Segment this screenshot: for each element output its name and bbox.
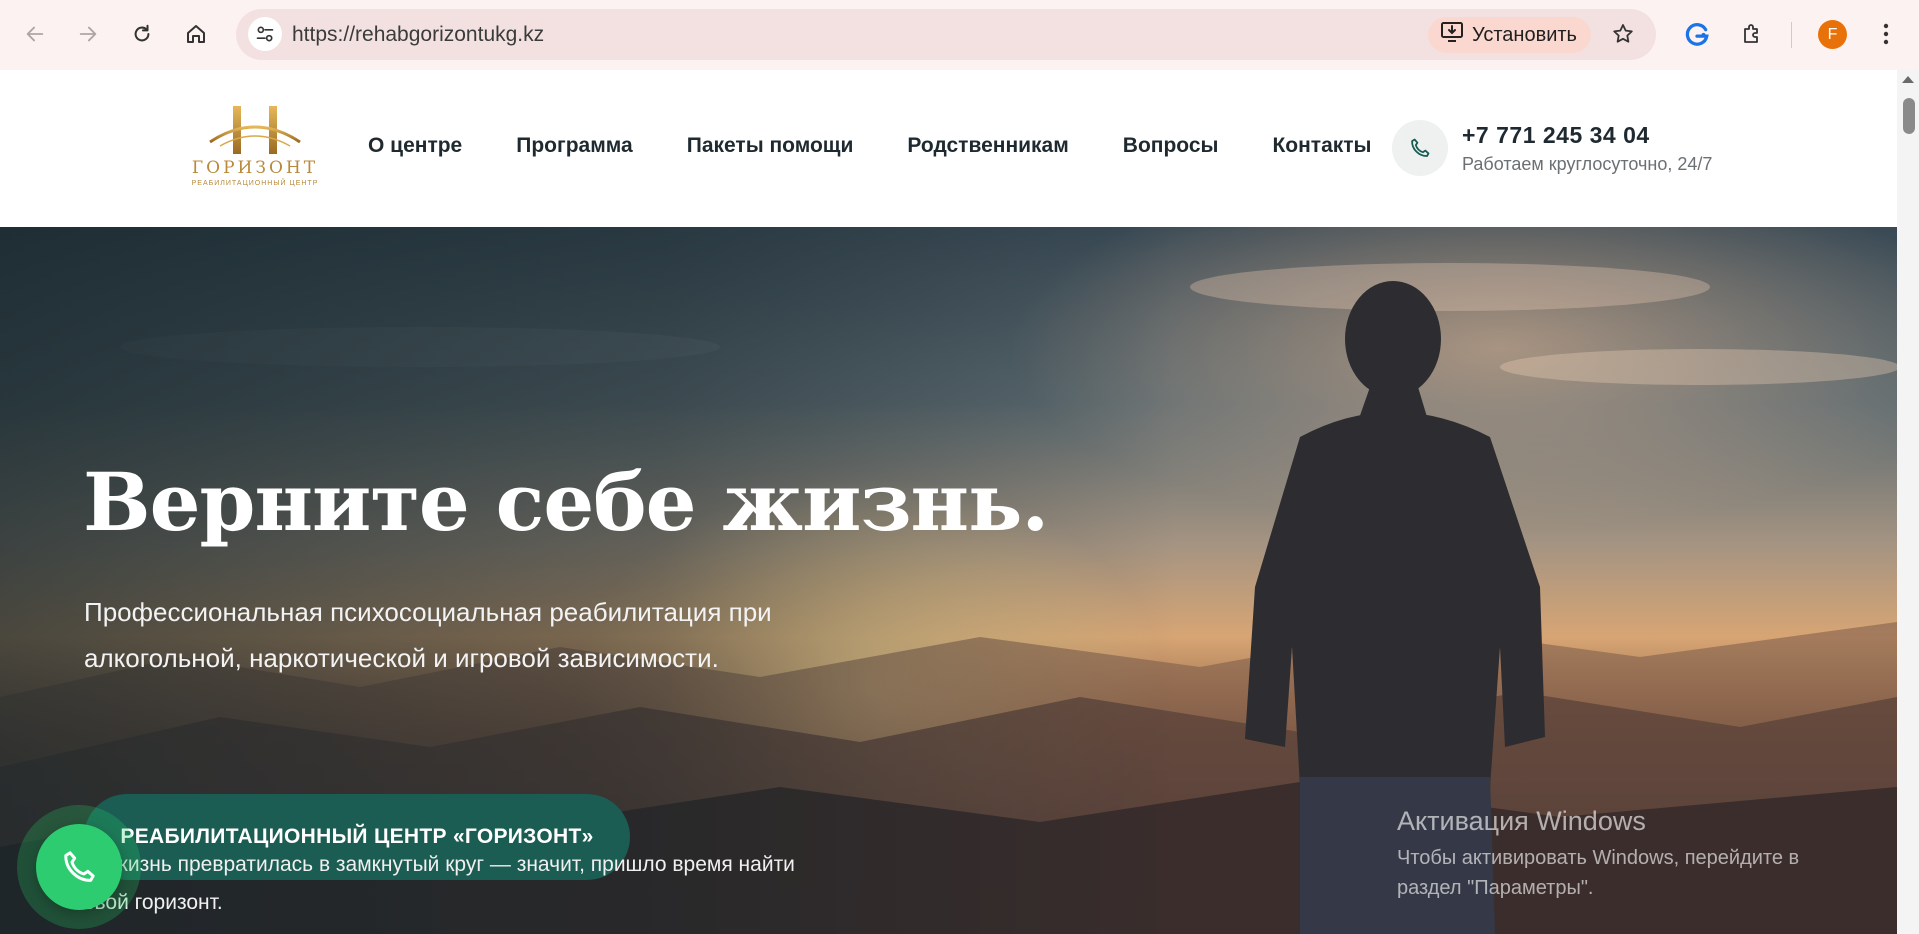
site-logo[interactable]: ГОРИЗОНТ РЕАБИЛИТАЦИОННЫЙ ЦЕНТР	[190, 102, 320, 192]
logo-mark-icon	[209, 106, 301, 154]
back-arrow-icon[interactable]	[17, 16, 53, 52]
install-app-label: Установить	[1472, 23, 1577, 46]
site-header: ГОРИЗОНТ РЕАБИЛИТАЦИОННЫЙ ЦЕНТР О центре…	[0, 70, 1897, 227]
site-settings-icon[interactable]	[248, 17, 282, 51]
hero-note: ли жизнь превратилась в замкнутый круг —…	[84, 853, 795, 914]
install-app-icon	[1440, 21, 1464, 49]
main-nav: О центре Программа Пакеты помощи Родстве…	[368, 134, 1371, 158]
extensions-puzzle-icon[interactable]	[1734, 16, 1770, 52]
floating-call-button[interactable]	[17, 805, 141, 929]
watermark-title: Активация Windows	[1397, 806, 1646, 836]
scroll-up-icon[interactable]	[1902, 76, 1914, 83]
logo-subline: РЕАБИЛИТАЦИОННЫЙ ЦЕНТР	[191, 180, 319, 187]
header-phone-number[interactable]: +7 771 245 34 04	[1462, 122, 1650, 149]
home-icon[interactable]	[178, 16, 214, 52]
forward-arrow-icon[interactable]	[70, 16, 106, 52]
more-vert-icon[interactable]	[1868, 16, 1904, 52]
hero-title: Верните себе жизнь.	[83, 455, 1049, 549]
page-viewport: ГОРИЗОНТ РЕАБИЛИТАЦИОННЫЙ ЦЕНТР О центре…	[0, 70, 1897, 934]
profile-avatar[interactable]: F	[1818, 20, 1847, 49]
scrollbar-thumb[interactable]	[1903, 98, 1915, 134]
watermark-text: Чтобы активировать Windows, перейдите в …	[1397, 847, 1800, 899]
phone-icon[interactable]	[1392, 120, 1448, 176]
phone-icon	[64, 851, 95, 882]
windows-activation-watermark: Активация Windows Чтобы активировать Win…	[1397, 806, 1867, 903]
header-phone-note: Работаем круглосуточно, 24/7	[1462, 154, 1713, 174]
reload-icon[interactable]	[124, 16, 160, 52]
nav-item-faq[interactable]: Вопросы	[1123, 134, 1219, 158]
hero-subtitle: Профессиональная психосоциальная реабили…	[84, 597, 772, 673]
floating-call-inner[interactable]	[36, 824, 122, 910]
nav-item-packages[interactable]: Пакеты помощи	[687, 134, 854, 158]
toolbar-divider	[1791, 22, 1792, 48]
nav-item-about[interactable]: О центре	[368, 134, 462, 158]
nav-item-relatives[interactable]: Родственникам	[907, 134, 1068, 158]
google-lens-icon[interactable]	[1679, 16, 1715, 52]
logo-wordmark: ГОРИЗОНТ	[191, 158, 319, 178]
page-scrollbar[interactable]	[1897, 70, 1919, 934]
nav-item-program[interactable]: Программа	[516, 134, 632, 158]
browser-toolbar: https://rehabgorizontukg.kz Установить F	[0, 0, 1919, 70]
url-text[interactable]: https://rehabgorizontukg.kz	[292, 23, 544, 47]
install-app-button[interactable]: Установить	[1428, 17, 1591, 53]
nav-item-contacts[interactable]: Контакты	[1272, 134, 1371, 158]
bookmark-star-icon[interactable]	[1605, 16, 1641, 52]
